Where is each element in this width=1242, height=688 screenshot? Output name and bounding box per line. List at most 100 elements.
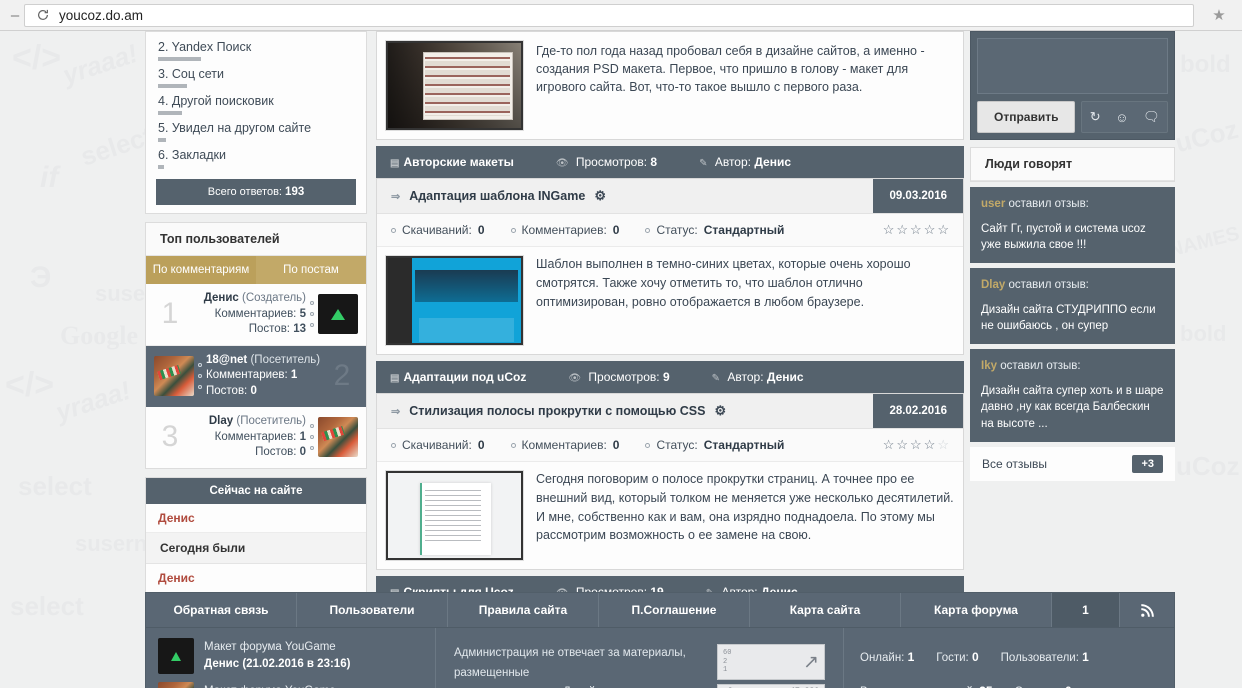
user-name[interactable]: Денис (204, 292, 239, 304)
status-meta: Статус: Стандартный (645, 223, 784, 237)
user-name[interactable]: 18@net (206, 354, 247, 366)
poll-total-label: Всего ответов: (207, 186, 282, 198)
avatar-supermen-photo[interactable] (158, 682, 194, 688)
counter-widget-ucoz[interactable]: uCoz 47 836 Hits...... 23 Hosts... 13 (717, 684, 825, 688)
footer-link-agreement[interactable]: П.Соглашение (599, 593, 750, 627)
footer-link-sitemap[interactable]: Карта сайта (750, 593, 901, 627)
user-role: (Посетитель) (250, 353, 321, 366)
footer-counter-tab[interactable]: 1 (1052, 593, 1120, 627)
poll-bar-fill (158, 111, 182, 115)
bullet-column (306, 301, 318, 328)
tab-by-posts[interactable]: По постам (256, 256, 366, 284)
counter-widget-1[interactable]: 60 2 1 ↗ (717, 644, 825, 680)
star-3[interactable]: ☆ (910, 437, 922, 453)
bullet-column (306, 424, 318, 451)
footer-link-users[interactable]: Пользователи (297, 593, 448, 627)
left-sidebar: 2. Yandex Поиск 3. Соц сети 4. Другой по… (145, 31, 367, 599)
send-button[interactable]: Отправить (977, 101, 1076, 133)
avatar-18net-photo[interactable] (154, 355, 194, 396)
star-2[interactable]: ☆ (896, 222, 908, 238)
star-4[interactable]: ☆ (924, 437, 936, 453)
review-author[interactable]: Dlay (981, 279, 1005, 291)
entry-title[interactable]: ⇒ Стилизация полосы прокрутки с помощью … (377, 394, 873, 428)
site-content: 2. Yandex Поиск 3. Соц сети 4. Другой по… (145, 31, 1175, 688)
thumbnail-scrollbar-article[interactable] (385, 470, 524, 561)
smiley-icon[interactable]: ☺ (1115, 110, 1128, 125)
poll-option-label: 6. Закладки (158, 148, 226, 162)
star-5[interactable]: ☆ (937, 437, 949, 453)
star-1[interactable]: ☆ (883, 222, 895, 238)
rss-icon[interactable] (1120, 593, 1174, 627)
footer-post[interactable]: Макет форума YouGame Денис (21.02.2016 в… (158, 638, 423, 674)
poll-option[interactable]: 3. Соц сети (146, 63, 366, 90)
footer-post[interactable]: Макет форума YouGame SuperMen (14.02.201… (158, 682, 423, 688)
star-5[interactable]: ☆ (937, 222, 949, 238)
entry-title[interactable]: ⇒ Адаптация шаблона INGame ⚙ (377, 179, 873, 213)
footer-post-title[interactable]: Макет форума YouGame (204, 683, 371, 688)
review-item[interactable]: user оставил отзыв: Сайт Гг, пустой и си… (970, 187, 1175, 264)
section-category[interactable]: ▤ Авторские макеты (390, 155, 514, 169)
footer-post-title[interactable]: Макет форума YouGame (204, 639, 350, 656)
top-user-row[interactable]: 1 Денис (Создатель) Комментариев: 5 Пост… (146, 284, 366, 346)
watermark: Э (30, 261, 52, 294)
footer-legal: Администрация не отвечает за материалы, … (436, 628, 844, 688)
counter-arrow-icon: ↗ (803, 651, 819, 673)
today-title: Сегодня были (146, 532, 366, 564)
star-1[interactable]: ☆ (883, 437, 895, 453)
chat-input[interactable] (977, 38, 1168, 94)
poll-bar-track (158, 111, 354, 115)
eye-icon: 👁 (555, 158, 569, 169)
review-author[interactable]: user (981, 198, 1005, 210)
speech-bubble-icon[interactable]: 🗨 (1143, 109, 1160, 125)
review-action: оставил отзыв: (1008, 279, 1089, 292)
gear-icon[interactable]: ⚙ (714, 403, 726, 419)
review-item[interactable]: Dlay оставил отзыв: Дизайн сайта СТУДРИП… (970, 268, 1175, 345)
footer-nav: Обратная связь Пользователи Правила сайт… (146, 593, 1174, 628)
all-reviews-link[interactable]: Все отзывы +3 (970, 446, 1175, 481)
reload-icon[interactable] (35, 7, 51, 23)
gear-icon[interactable]: ⚙ (594, 188, 606, 204)
star-2[interactable]: ☆ (896, 437, 908, 453)
footer-post-meta: Денис (21.02.2016 в 23:16) (204, 658, 351, 670)
avatar-denis-dark-triangle[interactable] (318, 294, 358, 335)
footer-link-feedback[interactable]: Обратная связь (146, 593, 297, 627)
refresh-icon[interactable]: ↻ (1090, 109, 1101, 125)
online-user[interactable]: Денис (146, 503, 366, 533)
user-name[interactable]: Dlay (209, 415, 233, 427)
footer-link-forummap[interactable]: Карта форума (901, 593, 1052, 627)
star-4[interactable]: ☆ (924, 222, 936, 238)
poll-option[interactable]: 6. Закладки (146, 144, 366, 171)
rating-stars[interactable]: ☆ ☆ ☆ ☆ ☆ (883, 437, 949, 453)
page-background: </> уraaa! select if Э susernames Google… (0, 31, 1242, 688)
avatar-dlay-photo[interactable] (318, 417, 358, 458)
section-category[interactable]: ▤ Адаптации под uCoz (390, 370, 526, 384)
poll-option[interactable]: 4. Другой поисковик (146, 90, 366, 117)
footer-link-rules[interactable]: Правила сайта (448, 593, 599, 627)
poll-option[interactable]: 2. Yandex Поиск (146, 36, 366, 63)
address-bar[interactable]: youcoz.do.am (24, 3, 1194, 27)
top-user-row[interactable]: 18@net (Посетитель) Комментариев: 1 Пост… (146, 345, 366, 408)
section-views: 👁 Просмотров: 9 (568, 370, 670, 384)
poll-option[interactable]: 5. Увидел на другом сайте (146, 117, 366, 144)
back-button[interactable]: – (6, 8, 24, 23)
review-item[interactable]: Iky оставил отзыв: Дизайн сайта супер хо… (970, 349, 1175, 442)
review-author[interactable]: Iky (981, 360, 997, 372)
entry-text: Шаблон выполнен в темно-синих цветах, ко… (536, 257, 911, 309)
bookmark-star-icon[interactable]: ★ (1202, 0, 1236, 31)
entry-header: ⇒ Стилизация полосы прокрутки с помощью … (377, 394, 963, 429)
rating-stars[interactable]: ☆ ☆ ☆ ☆ ☆ (883, 222, 949, 238)
chat-controls: Отправить ↻ ☺ 🗨 (977, 101, 1168, 133)
tab-by-comments[interactable]: По комментариям (146, 256, 256, 284)
thumbnail-psd-game-layout[interactable] (385, 40, 524, 131)
avatar-denis-dark-triangle[interactable] (158, 638, 194, 674)
entry-scrollbar: ⇒ Стилизация полосы прокрутки с помощью … (376, 393, 964, 570)
thumbnail-ingame-blue-template[interactable] (385, 255, 524, 346)
entry-title-text: Адаптация шаблона INGame (409, 189, 586, 203)
footer-counters: 60 2 1 ↗ uCoz 47 836 Hits...... (717, 644, 825, 688)
top-user-row[interactable]: 3 Dlay (Посетитель) Комментариев: 1 Пост… (146, 407, 366, 468)
eye-icon: 👁 (568, 373, 582, 384)
new-reviews-badge: +3 (1132, 454, 1163, 473)
today-user[interactable]: Денис (146, 563, 366, 592)
rank-number: 1 (161, 297, 179, 331)
star-3[interactable]: ☆ (910, 222, 922, 238)
